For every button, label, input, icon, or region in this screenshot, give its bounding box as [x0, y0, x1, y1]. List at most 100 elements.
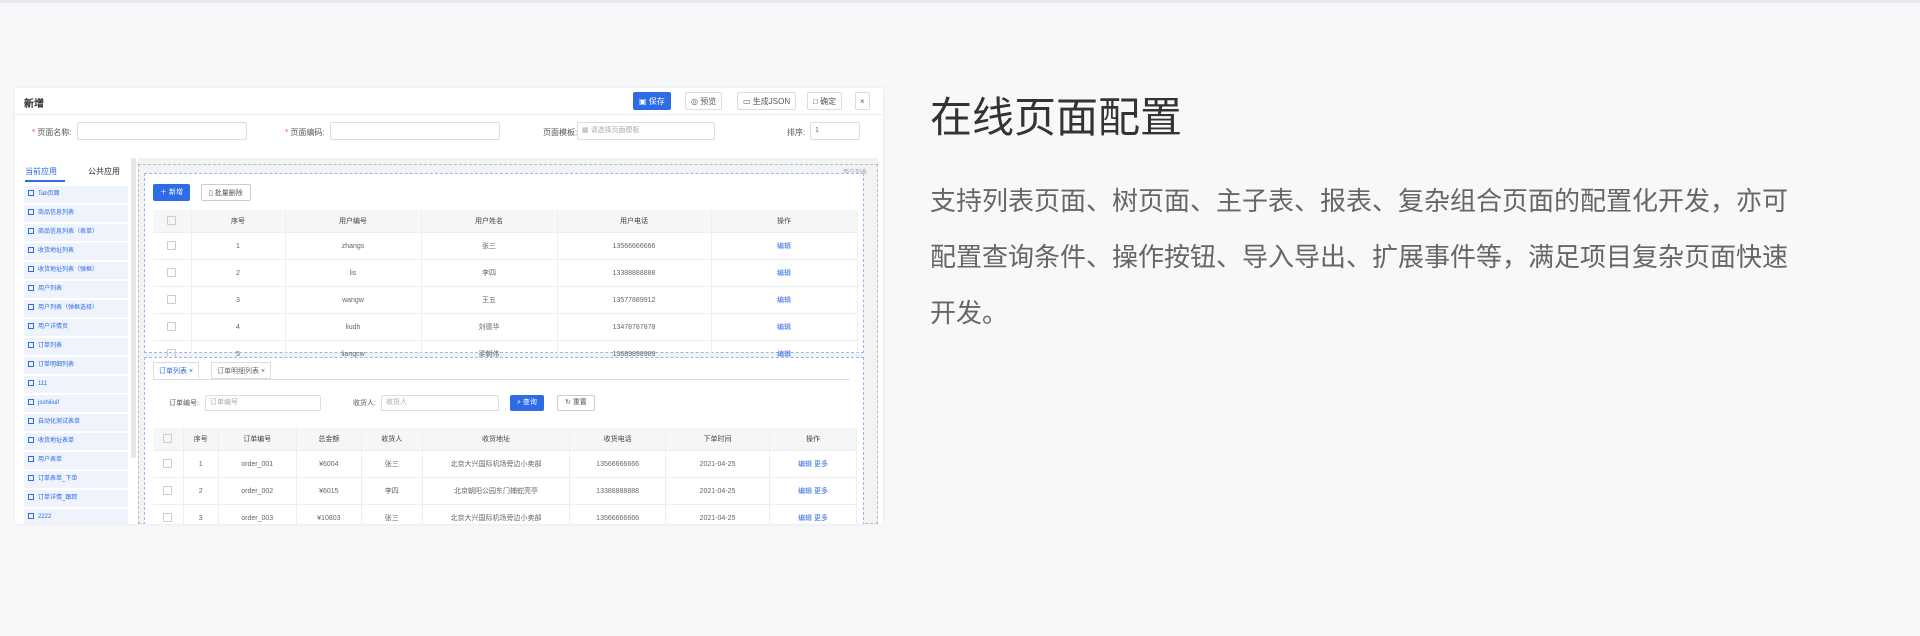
row-action-link[interactable]: 编辑 [777, 297, 791, 304]
receiver-input[interactable]: 收货人 [381, 395, 499, 411]
sidebar-item[interactable]: Tab页面 [24, 186, 128, 203]
column-header [153, 428, 184, 451]
row-checkbox[interactable] [163, 458, 173, 468]
column-header: 操作 [711, 210, 858, 233]
table-cell: 2 [191, 259, 286, 287]
page-icon [28, 361, 34, 368]
sidebar-item-label: 收货地址列表（弹框） [38, 267, 99, 273]
confirm-button[interactable]: □ 确定 [807, 92, 843, 110]
sidebar-item[interactable]: 订单详情_跟踪 [24, 490, 128, 507]
row-checkbox[interactable] [167, 294, 177, 304]
page-icon [28, 380, 34, 387]
receiver-label: 收货人: [353, 400, 376, 407]
sidebar-item-label: 订单明细列表 [38, 362, 75, 368]
sidebar-item-label: 111 [38, 381, 48, 387]
top-divider [0, 0, 1920, 3]
tab-order-detail-list[interactable]: 订单明细列表 × [211, 362, 272, 379]
preview-button[interactable]: ◎ 预览 [685, 92, 723, 110]
design-area: 用户列表 ＋ 新增 ▯ 批量删除 序号用户编号用户姓名用户电话操作 1zhang… [138, 164, 878, 524]
row-action-link[interactable]: 编辑 [777, 243, 791, 250]
tab-order-list[interactable]: 订单列表 × [153, 362, 200, 379]
user-list-panel[interactable]: ＋ 新增 ▯ 批量删除 序号 用户编号 用户姓名 用户电话 操作 1 zhangs 张三 13… [144, 173, 864, 368]
page-icon [28, 247, 34, 254]
row-checkbox[interactable] [163, 485, 173, 495]
sidebar-item[interactable]: 订单表单_下单 [24, 471, 128, 488]
tab-current-app[interactable]: 当前应用 [25, 166, 57, 177]
row-action-link[interactable]: 编辑 [777, 270, 791, 277]
sidebar-item[interactable]: 用户详情页 [24, 319, 128, 336]
column-header [153, 210, 192, 233]
tab-public-app[interactable]: 公共应用 [88, 166, 120, 177]
page-code-input[interactable] [330, 122, 500, 140]
table-cell: order_001 [218, 450, 297, 478]
order-list-panel[interactable]: 订单列表 × 订单明细列表 × 订单编号: 订单编号 收货人: 收货人 ⌕ 查询… [144, 357, 864, 524]
sidebar-item[interactable]: 用户表单 [24, 452, 128, 469]
table-cell: 4 [191, 313, 286, 341]
sidebar-item-label: jsshiiiuif [38, 400, 60, 406]
page-template-select[interactable]: ▦ 请选择页面模板 [577, 122, 715, 140]
reset-button[interactable]: ↻ 重置 [557, 395, 595, 411]
table-cell: 13566666666 [569, 450, 666, 478]
table-cell [153, 504, 184, 524]
page-icon [28, 418, 34, 425]
table-cell: 3 [183, 504, 219, 524]
order-no-input[interactable]: 订单编号 [205, 395, 321, 411]
row-checkbox[interactable] [167, 321, 177, 331]
table-cell: 13566666666 [569, 504, 666, 524]
sidebar-item-label: 用户列表（弹框选择） [38, 305, 99, 311]
row-action-link[interactable]: 编辑 更多 [798, 488, 828, 495]
table-cell: 编辑 [711, 259, 858, 287]
search-button[interactable]: ⌕ 查询 [510, 395, 544, 411]
table-row: 3 order_003 ¥10803 张三 北京大兴国际机场旁边小卖部 135666666… [153, 504, 857, 524]
row-checkbox[interactable] [163, 512, 173, 522]
batch-delete-button[interactable]: ▯ 批量删除 [201, 184, 251, 201]
add-button[interactable]: ＋ 新增 [153, 184, 190, 201]
table-cell: 李四 [421, 259, 558, 287]
row-action-link[interactable]: 编辑 更多 [798, 515, 828, 522]
table-cell: 13577889912 [557, 286, 712, 314]
active-tab-indicator [25, 180, 65, 182]
generate-json-button[interactable]: ▭ 生成JSON [737, 92, 797, 110]
page-config-screenshot: 新增 ▣ 保存 ◎ 预览 ▭ 生成JSON □ 确定 × * 页面名称: * 页… [15, 88, 883, 524]
sidebar-item-label: 收货地址表单 [38, 438, 75, 444]
sidebar-item[interactable]: 收货地址列表（弹框） [24, 262, 128, 279]
table-cell: liudh [285, 313, 422, 341]
sidebar-item[interactable]: 自动化测试表单 [24, 414, 128, 431]
table-row: 3 wangw 王五 13577889912 编辑 [153, 286, 858, 314]
close-icon[interactable]: × [855, 92, 870, 110]
sidebar-item[interactable]: 2222 [24, 509, 128, 524]
sidebar-item-label: 收货地址列表 [38, 248, 75, 254]
sidebar-item[interactable]: 商品信息列表 [24, 205, 128, 222]
row-checkbox[interactable] [167, 240, 177, 250]
sidebar-item[interactable]: 订单明细列表 [24, 357, 128, 374]
row-action-link[interactable]: 编辑 更多 [798, 461, 828, 468]
table-cell: 张三 [361, 450, 423, 478]
sidebar-item[interactable]: 订单列表 [24, 338, 128, 355]
sidebar-item[interactable]: 收货地址列表 [24, 243, 128, 260]
row-action-link[interactable]: 编辑 [777, 324, 791, 331]
sidebar-item[interactable]: 用户列表 [24, 281, 128, 298]
order-input[interactable]: 1 [810, 122, 860, 140]
select-all-checkbox[interactable] [163, 433, 173, 443]
page-name-input[interactable] [77, 122, 247, 140]
sidebar-item[interactable]: jsshiiiuif [24, 395, 128, 412]
table-cell: 编辑 [711, 232, 858, 260]
table-row: 2 lis 李四 13388888888 编辑 [153, 259, 858, 287]
sidebar-item[interactable]: 111 [24, 376, 128, 393]
table-row: 1 zhangs 张三 13566666666 编辑 [153, 232, 858, 260]
table-cell: 2 [183, 477, 219, 505]
sidebar: 当前应用 公共应用 Tab页面 商品信息列表 商品信息列表（表单） 收货地址列表 收货地… [15, 158, 131, 524]
column-header: 收货人 [361, 428, 423, 451]
save-button[interactable]: ▣ 保存 [633, 92, 671, 110]
column-header: 收货电话 [569, 428, 666, 451]
page-code-label: * 页面编码: [285, 128, 325, 137]
sidebar-item[interactable]: 用户列表（弹框选择） [24, 300, 128, 317]
sidebar-item[interactable]: 商品信息列表（表单） [24, 224, 128, 241]
order-label: 排序: [787, 128, 806, 137]
select-all-checkbox[interactable] [167, 215, 177, 225]
sidebar-item[interactable]: 收货地址表单 [24, 433, 128, 450]
row-checkbox[interactable] [167, 267, 177, 277]
sidebar-scrollbar[interactable] [131, 158, 136, 458]
sidebar-list: Tab页面商品信息列表 商品信息列表（表单） 收货地址列表收货地址列表（弹框） 用户列… [24, 186, 128, 524]
page-icon [28, 456, 34, 463]
